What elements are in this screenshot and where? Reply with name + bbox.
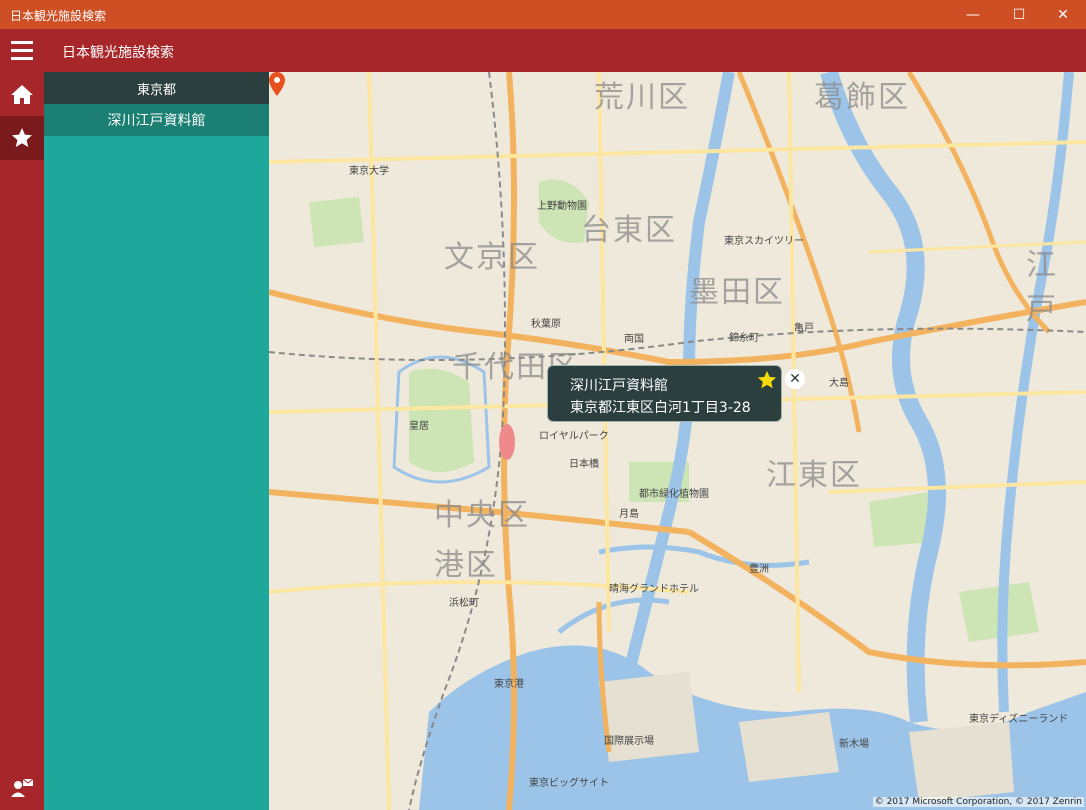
star-icon[interactable] [756,369,778,391]
poi-label: 錦糸町 [729,333,759,344]
home-icon [11,85,33,104]
maximize-button[interactable]: ☐ [996,0,1042,29]
map-copyright: © 2017 Microsoft Corporation, © 2017 Zen… [872,797,1084,807]
poi-label: 日本橋 [569,459,599,470]
favorites-button[interactable] [0,116,44,160]
district-label: 江戸 [1026,248,1058,327]
district-label: 台東区 [581,213,677,248]
close-window-button[interactable]: ✕ [1040,0,1086,29]
district-label: 墨田区 [689,275,785,310]
poi-label: 亀戸 [794,323,814,334]
window-titlebar: 日本観光施設検索 — ☐ ✕ [0,0,1086,29]
popup-address: 東京都江東区白河1丁目3-28 [570,400,751,416]
list-item[interactable]: 深川江戸資料館 [44,104,269,136]
poi-label: 東京港 [494,679,524,690]
star-icon [12,128,32,147]
home-button[interactable] [0,72,44,116]
poi-label: 晴海グランドホテル [609,584,699,595]
app-title: 日本観光施設検索 [62,45,174,61]
map-view[interactable]: 荒川区 葛飾区 台東区 文京区 墨田区 千代田区 江戸 江東区 中央区 港区 東… [269,72,1086,810]
poi-label: 月島 [619,509,639,520]
poi-label: 秋葉原 [531,319,561,330]
location-pin-icon[interactable] [269,72,285,96]
district-label: 港区 [434,548,498,583]
feedback-icon [11,778,34,797]
location-popup: 深川江戸資料館 東京都江東区白河1丁目3-28 ✕ [547,365,805,422]
prefecture-header[interactable]: 東京都 [44,72,269,104]
poi-label: 東京ディズニーランド [969,714,1069,725]
popup-title: 深川江戸資料館 [570,378,668,394]
district-label: 荒川区 [594,80,690,115]
feedback-button[interactable] [0,766,44,810]
poi-label: 都市緑化植物園 [639,489,709,500]
poi-label: 大島 [829,378,849,389]
district-label: 江東区 [766,458,862,493]
maximize-icon: ☐ [1012,6,1026,23]
district-label: 中央区 [434,498,530,533]
poi-label: 東京ビッグサイト [529,778,609,789]
poi-label: 新木場 [839,739,869,750]
app-header: 日本観光施設検索 [0,29,1086,72]
poi-label: 東京スカイツリー [724,236,804,247]
close-icon: ✕ [1057,6,1069,23]
poi-label: 両国 [624,334,644,345]
poi-label: ロイヤルパーク [539,431,609,442]
hamburger-icon [11,41,33,44]
map-canvas [269,72,1086,810]
minimize-button[interactable]: — [950,0,996,29]
poi-label: 国際展示場 [604,736,654,747]
results-panel: 東京都 深川江戸資料館 [44,72,269,810]
poi-label: 皇居 [409,421,429,432]
hamburger-menu-button[interactable] [11,41,33,60]
minimize-icon: — [966,6,980,23]
poi-label: 浜松町 [449,598,479,609]
close-popup-button[interactable]: ✕ [785,369,805,389]
poi-label: 上野動物園 [537,201,587,212]
navigation-rail [0,72,44,810]
poi-label: 東京大学 [349,166,389,177]
window-title: 日本観光施設検索 [10,9,107,23]
poi-label: 豊洲 [749,564,769,575]
close-icon: ✕ [789,371,801,387]
district-label: 文京区 [444,240,540,275]
district-label: 葛飾区 [814,80,910,115]
